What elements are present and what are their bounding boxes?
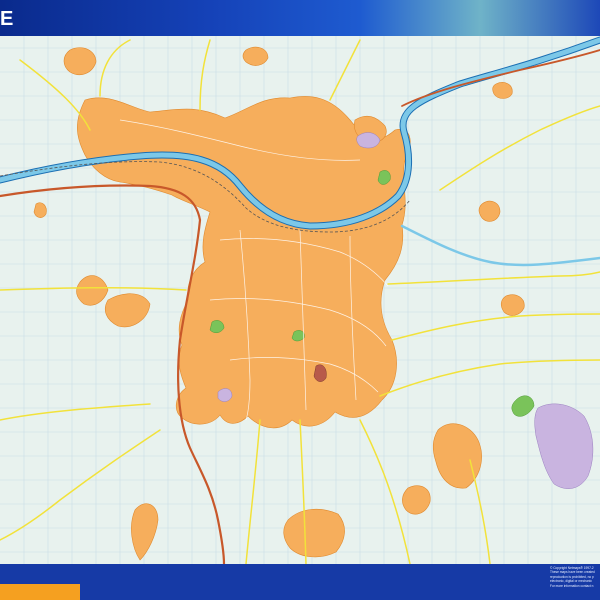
map-title: E: [0, 8, 15, 30]
map-footer-banner: © Copyright Netmaps® 1997-2 These maps h…: [0, 564, 600, 600]
industrial-zone-center: [217, 388, 233, 402]
urban-area-small-1: [242, 46, 269, 66]
urban-area-small-4: [492, 82, 513, 99]
urban-area-small-3: [500, 294, 525, 316]
urban-area-small-2: [478, 200, 501, 222]
urban-area-small-5: [33, 202, 47, 218]
footer-accent-bar: [0, 584, 80, 600]
copyright-notice: © Copyright Netmaps® 1997-2 These maps h…: [550, 566, 600, 588]
city-map[interactable]: [0, 36, 600, 564]
landmark-center: [313, 364, 327, 382]
park-center: [291, 330, 305, 342]
copyright-line: For more information contact n: [550, 583, 594, 588]
urban-area-south: [283, 508, 345, 558]
wall-map: E © Copyright Netmaps® 1997-2 These maps…: [0, 0, 600, 600]
map-header-banner: E: [0, 0, 600, 36]
